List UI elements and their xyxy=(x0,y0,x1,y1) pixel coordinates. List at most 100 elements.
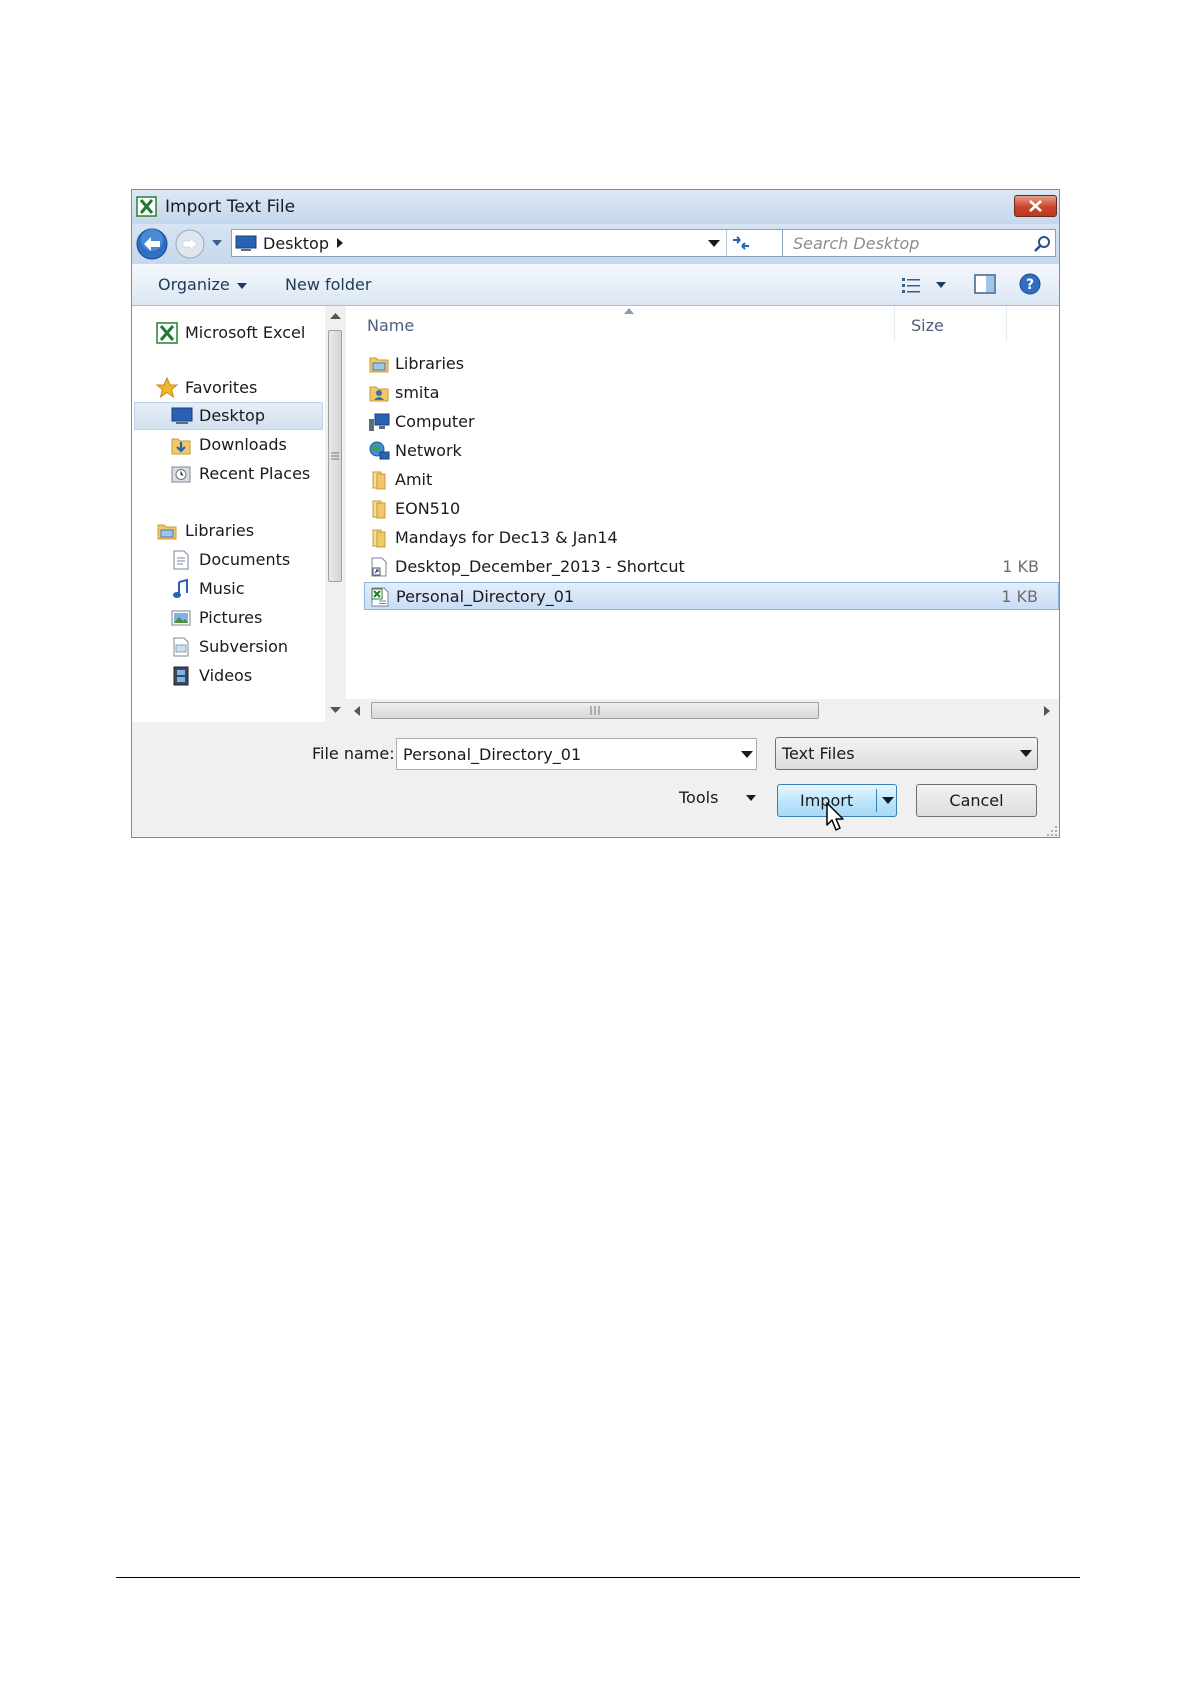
chevron-down-icon[interactable] xyxy=(211,237,223,249)
file-name: Personal_Directory_01 xyxy=(396,587,575,606)
horizontal-scrollbar[interactable] xyxy=(346,699,1059,722)
computer-icon xyxy=(369,413,390,431)
breadcrumb-arrow-icon[interactable] xyxy=(335,236,345,250)
organize-label: Organize xyxy=(158,275,230,294)
nav-item-label: Subversion xyxy=(199,637,289,656)
column-header-size[interactable]: Size xyxy=(911,316,944,335)
nav-item-label: Documents xyxy=(199,550,291,569)
file-row[interactable]: Libraries xyxy=(364,350,1059,378)
scroll-right-icon[interactable] xyxy=(1043,706,1050,716)
file-name: Desktop_December_2013 - Shortcut xyxy=(395,557,685,576)
pictures-icon xyxy=(171,610,191,626)
file-size: 1 KB xyxy=(1001,587,1038,606)
back-arrow-icon[interactable] xyxy=(136,228,168,260)
file-name: EON510 xyxy=(395,499,461,518)
search-icon[interactable] xyxy=(1033,235,1051,253)
file-row[interactable]: Mandays for Dec13 & Jan14 xyxy=(364,524,1059,552)
nav-item-favorites[interactable]: Favorites xyxy=(156,375,326,401)
chevron-down-icon[interactable] xyxy=(882,797,894,804)
search-box[interactable]: Search Desktop xyxy=(782,229,1056,257)
column-header-name[interactable]: Name xyxy=(367,316,414,335)
chevron-down-icon xyxy=(236,282,247,289)
chevron-down-icon xyxy=(746,795,756,801)
nav-item-label: Recent Places xyxy=(199,464,311,483)
scroll-up-icon[interactable] xyxy=(330,312,341,320)
navigation-pane: Microsoft Excel Favorites Desktop Downlo… xyxy=(132,306,346,722)
file-row[interactable]: EON510 xyxy=(364,495,1059,523)
network-icon xyxy=(369,441,390,460)
file-name: Amit xyxy=(395,470,433,489)
file-row[interactable]: Desktop_December_2013 - Shortcut 1 KB xyxy=(364,553,1059,581)
downloads-icon xyxy=(171,438,191,455)
file-list-pane: Name Size Libraries smita Computer Netwo… xyxy=(346,306,1059,722)
file-name: smita xyxy=(395,383,440,402)
nav-item-downloads[interactable]: Downloads xyxy=(170,432,326,458)
new-folder-button[interactable]: New folder xyxy=(285,275,371,294)
file-size: 1 KB xyxy=(1002,557,1039,576)
file-name-input[interactable]: Personal_Directory_01 xyxy=(396,738,757,770)
column-divider[interactable] xyxy=(894,306,895,342)
nav-item-label: Videos xyxy=(199,666,253,685)
forward-arrow-icon[interactable] xyxy=(175,229,205,259)
grip-icon xyxy=(590,706,600,715)
videos-icon xyxy=(173,666,189,686)
resize-grip-icon[interactable] xyxy=(1046,825,1058,837)
shortcut-icon xyxy=(371,557,387,577)
horizontal-scroll-thumb[interactable] xyxy=(371,702,819,719)
chevron-down-icon xyxy=(1020,750,1032,757)
column-divider[interactable] xyxy=(1006,306,1007,342)
nav-item-label: Libraries xyxy=(185,521,255,540)
preview-pane-icon[interactable] xyxy=(974,274,996,294)
folder-icon xyxy=(372,471,386,490)
close-button[interactable] xyxy=(1014,195,1057,217)
svg-text:?: ? xyxy=(1026,277,1034,293)
nav-item-libraries[interactable]: Libraries xyxy=(156,518,326,544)
nav-item-label: Music xyxy=(199,579,245,598)
file-row-selected[interactable]: Personal_Directory_01 1 KB xyxy=(364,582,1059,610)
nav-item-videos[interactable]: Videos xyxy=(170,663,326,689)
refresh-button[interactable] xyxy=(726,230,755,256)
navigation-scrollbar[interactable] xyxy=(325,306,346,722)
navigation-scroll-thumb[interactable] xyxy=(328,330,342,582)
organize-button[interactable]: Organize xyxy=(158,275,247,294)
nav-item-subversion[interactable]: Subversion xyxy=(170,634,326,660)
nav-item-label: Favorites xyxy=(185,378,258,397)
nav-item-desktop[interactable]: Desktop xyxy=(134,402,323,430)
file-row[interactable]: Computer xyxy=(364,408,1059,436)
file-row[interactable]: smita xyxy=(364,379,1059,407)
view-options-icon[interactable] xyxy=(900,275,948,295)
file-row[interactable]: Network xyxy=(364,437,1059,465)
folder-icon xyxy=(372,529,386,548)
file-name-label: File name: xyxy=(312,744,395,763)
nav-item-music[interactable]: Music xyxy=(170,576,326,602)
address-box[interactable]: Desktop xyxy=(231,229,865,257)
grip-icon xyxy=(331,452,339,460)
address-dropdown-icon[interactable] xyxy=(708,240,720,248)
documents-icon xyxy=(173,550,189,570)
file-row[interactable]: Amit xyxy=(364,466,1059,494)
user-folder-icon xyxy=(369,386,389,402)
cancel-button[interactable]: Cancel xyxy=(916,784,1037,817)
scroll-left-icon[interactable] xyxy=(354,706,361,716)
split-divider xyxy=(876,789,877,812)
nav-item-pictures[interactable]: Pictures xyxy=(170,605,326,631)
excel-icon xyxy=(136,196,157,217)
chevron-down-icon[interactable] xyxy=(741,751,753,758)
star-icon xyxy=(156,377,178,399)
close-icon xyxy=(1029,200,1042,212)
import-text-file-dialog: Import Text File Desktop Search Desktop … xyxy=(131,189,1060,838)
file-type-select[interactable]: Text Files xyxy=(775,737,1038,770)
nav-item-recent-places[interactable]: Recent Places xyxy=(170,461,326,487)
nav-item-microsoft-excel[interactable]: Microsoft Excel xyxy=(156,320,326,346)
file-name: Network xyxy=(395,441,462,460)
desktop-icon xyxy=(171,407,193,424)
nav-item-label: Pictures xyxy=(199,608,263,627)
search-placeholder: Search Desktop xyxy=(793,234,920,253)
nav-item-documents[interactable]: Documents xyxy=(170,547,326,573)
desktop-icon xyxy=(235,235,257,251)
help-icon[interactable]: ? xyxy=(1019,273,1041,295)
excel-text-file-icon xyxy=(371,587,389,607)
scroll-down-icon[interactable] xyxy=(330,706,341,714)
nav-item-label: Desktop xyxy=(199,406,265,425)
libraries-icon xyxy=(157,524,177,540)
